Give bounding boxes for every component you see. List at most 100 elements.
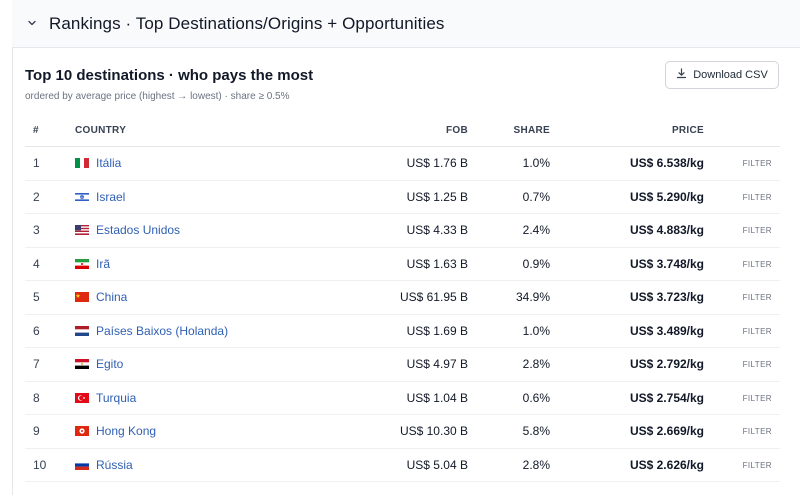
netherlands-flag-icon bbox=[75, 325, 89, 336]
table-row: 10 Rússia US$ 5.04 B 2.8% US$ 2.626/kg FILTER bbox=[25, 449, 780, 482]
table-row: 5 China US$ 61.95 B 34.9% US$ 3.723/kg FILTER bbox=[25, 281, 780, 315]
table-row: 7 Egito US$ 4.97 B 2.8% US$ 2.792/kg FILTER bbox=[25, 348, 780, 382]
table-row: 4 Irã US$ 1.63 B 0.9% US$ 3.748/kg FILTER bbox=[25, 248, 780, 281]
filter-button[interactable]: FILTER bbox=[743, 260, 772, 269]
destinations-table: # COUNTRY FOB SHARE PRICE 1 Itália US$ 1.7… bbox=[25, 114, 780, 482]
country-link[interactable]: Estados Unidos bbox=[96, 223, 180, 237]
fob-cell: US$ 1.04 B bbox=[406, 390, 468, 405]
table-row: 9 Hong Kong US$ 10.30 B 5.8% US$ 2.669/kg FIL… bbox=[25, 415, 780, 449]
filter-button[interactable]: FILTER bbox=[743, 461, 772, 470]
country-cell: Países Baixos (Holanda) bbox=[75, 324, 228, 338]
country-cell: Rússia bbox=[75, 458, 133, 472]
price-cell: US$ 4.883/kg bbox=[629, 223, 704, 237]
table-body: 1 Itália US$ 1.76 B 1.0% US$ 6.538/kg FILTER 2… bbox=[25, 147, 780, 482]
card-title: Top 10 destinations · who pays the most bbox=[25, 67, 314, 84]
filter-button[interactable]: FILTER bbox=[743, 193, 772, 202]
rank-cell: 2 bbox=[33, 189, 40, 204]
rank-cell: 4 bbox=[33, 256, 40, 271]
fob-cell: US$ 5.04 B bbox=[406, 457, 468, 472]
egypt-flag-icon bbox=[75, 359, 89, 369]
italy-flag-icon bbox=[75, 158, 89, 168]
rank-cell: 8 bbox=[33, 390, 40, 405]
download-csv-label: Download CSV bbox=[693, 69, 768, 81]
card-subtitle: ordered by average price (highest → lowe… bbox=[25, 91, 290, 102]
price-cell: US$ 3.489/kg bbox=[629, 323, 704, 338]
fob-cell: US$ 1.25 B bbox=[406, 189, 468, 204]
country-link[interactable]: Hong Kong bbox=[96, 424, 156, 438]
country-link[interactable]: Rússia bbox=[96, 458, 133, 472]
country-cell: Irã bbox=[75, 257, 110, 271]
country-cell: China bbox=[75, 290, 127, 304]
country-link[interactable]: Itália bbox=[96, 156, 121, 170]
section-header[interactable]: Rankings · Top Destinations/Origins + Op… bbox=[12, 0, 800, 48]
table-row: 1 Itália US$ 1.76 B 1.0% US$ 6.538/kg FILTER bbox=[25, 147, 780, 181]
rank-cell: 5 bbox=[33, 290, 40, 304]
share-cell: 0.9% bbox=[522, 256, 550, 271]
share-cell: 2.8% bbox=[522, 457, 550, 472]
price-cell: US$ 2.792/kg bbox=[629, 357, 704, 371]
country-link[interactable]: China bbox=[96, 290, 127, 304]
price-cell: US$ 5.290/kg bbox=[629, 189, 704, 204]
country-link[interactable]: Turquia bbox=[96, 391, 136, 405]
share-cell: 0.7% bbox=[522, 189, 550, 204]
hong-kong-flag-icon bbox=[75, 426, 89, 436]
filter-button[interactable]: FILTER bbox=[743, 394, 772, 403]
filter-button[interactable]: FILTER bbox=[743, 293, 772, 302]
country-link[interactable]: Egito bbox=[96, 357, 123, 371]
rank-cell: 10 bbox=[33, 457, 47, 472]
header-country[interactable]: COUNTRY bbox=[75, 125, 126, 136]
price-cell: US$ 3.748/kg bbox=[629, 256, 704, 271]
fob-cell: US$ 4.33 B bbox=[406, 223, 468, 237]
country-cell: Itália bbox=[75, 156, 121, 170]
country-cell: Israel bbox=[75, 190, 125, 204]
price-cell: US$ 3.723/kg bbox=[629, 290, 704, 304]
share-cell: 5.8% bbox=[522, 424, 550, 438]
share-cell: 1.0% bbox=[522, 323, 550, 338]
rank-cell: 1 bbox=[33, 156, 40, 170]
price-cell: US$ 2.754/kg bbox=[629, 390, 704, 405]
china-flag-icon bbox=[75, 292, 89, 302]
rank-cell: 9 bbox=[33, 424, 40, 438]
usa-flag-icon bbox=[75, 225, 89, 235]
country-link[interactable]: Irã bbox=[96, 257, 110, 271]
share-cell: 34.9% bbox=[515, 290, 550, 304]
country-cell: Hong Kong bbox=[75, 424, 156, 438]
share-cell: 0.6% bbox=[522, 390, 550, 405]
filter-button[interactable]: FILTER bbox=[743, 360, 772, 369]
download-csv-button[interactable]: Download CSV bbox=[665, 61, 779, 89]
price-cell: US$ 2.626/kg bbox=[629, 457, 704, 472]
fob-cell: US$ 1.63 B bbox=[406, 256, 468, 271]
header-price[interactable]: PRICE bbox=[672, 125, 704, 136]
price-cell: US$ 2.669/kg bbox=[629, 424, 704, 438]
rank-cell: 6 bbox=[33, 323, 40, 338]
fob-cell: US$ 1.76 B bbox=[406, 156, 468, 170]
filter-button[interactable]: FILTER bbox=[743, 159, 772, 168]
country-link[interactable]: Israel bbox=[96, 190, 125, 204]
share-cell: 1.0% bbox=[522, 156, 550, 170]
fob-cell: US$ 4.97 B bbox=[406, 357, 468, 371]
country-link[interactable]: Países Baixos (Holanda) bbox=[96, 324, 228, 338]
rank-cell: 7 bbox=[33, 357, 40, 371]
turkey-flag-icon bbox=[75, 392, 89, 403]
rank-cell: 3 bbox=[33, 223, 40, 237]
fob-cell: US$ 10.30 B bbox=[399, 424, 468, 438]
section-title: Rankings · Top Destinations/Origins + Op… bbox=[49, 14, 445, 33]
table-row: 8 Turquia US$ 1.04 B 0.6% US$ 2.754/kg FILTER bbox=[25, 382, 780, 415]
table-row: 6 Países Baixos (Holanda) US$ 1.69 B 1.0% US… bbox=[25, 315, 780, 348]
header-fob[interactable]: FOB bbox=[446, 125, 468, 136]
filter-button[interactable]: FILTER bbox=[743, 226, 772, 235]
share-cell: 2.8% bbox=[522, 357, 550, 371]
iran-flag-icon bbox=[75, 258, 89, 269]
filter-button[interactable]: FILTER bbox=[743, 327, 772, 336]
israel-flag-icon bbox=[75, 191, 89, 202]
price-cell: US$ 6.538/kg bbox=[629, 156, 704, 170]
fob-cell: US$ 61.95 B bbox=[399, 290, 468, 304]
header-share[interactable]: SHARE bbox=[513, 125, 550, 136]
table-row: 3 Estados Unidos US$ 4.33 B 2.4% US$ 4.883/k… bbox=[25, 214, 780, 248]
table-header: # COUNTRY FOB SHARE PRICE bbox=[25, 114, 780, 147]
russia-flag-icon bbox=[75, 459, 89, 470]
fob-cell: US$ 1.69 B bbox=[406, 323, 468, 338]
share-cell: 2.4% bbox=[522, 223, 550, 237]
chevron-down-icon[interactable] bbox=[26, 17, 38, 29]
filter-button[interactable]: FILTER bbox=[743, 427, 772, 436]
